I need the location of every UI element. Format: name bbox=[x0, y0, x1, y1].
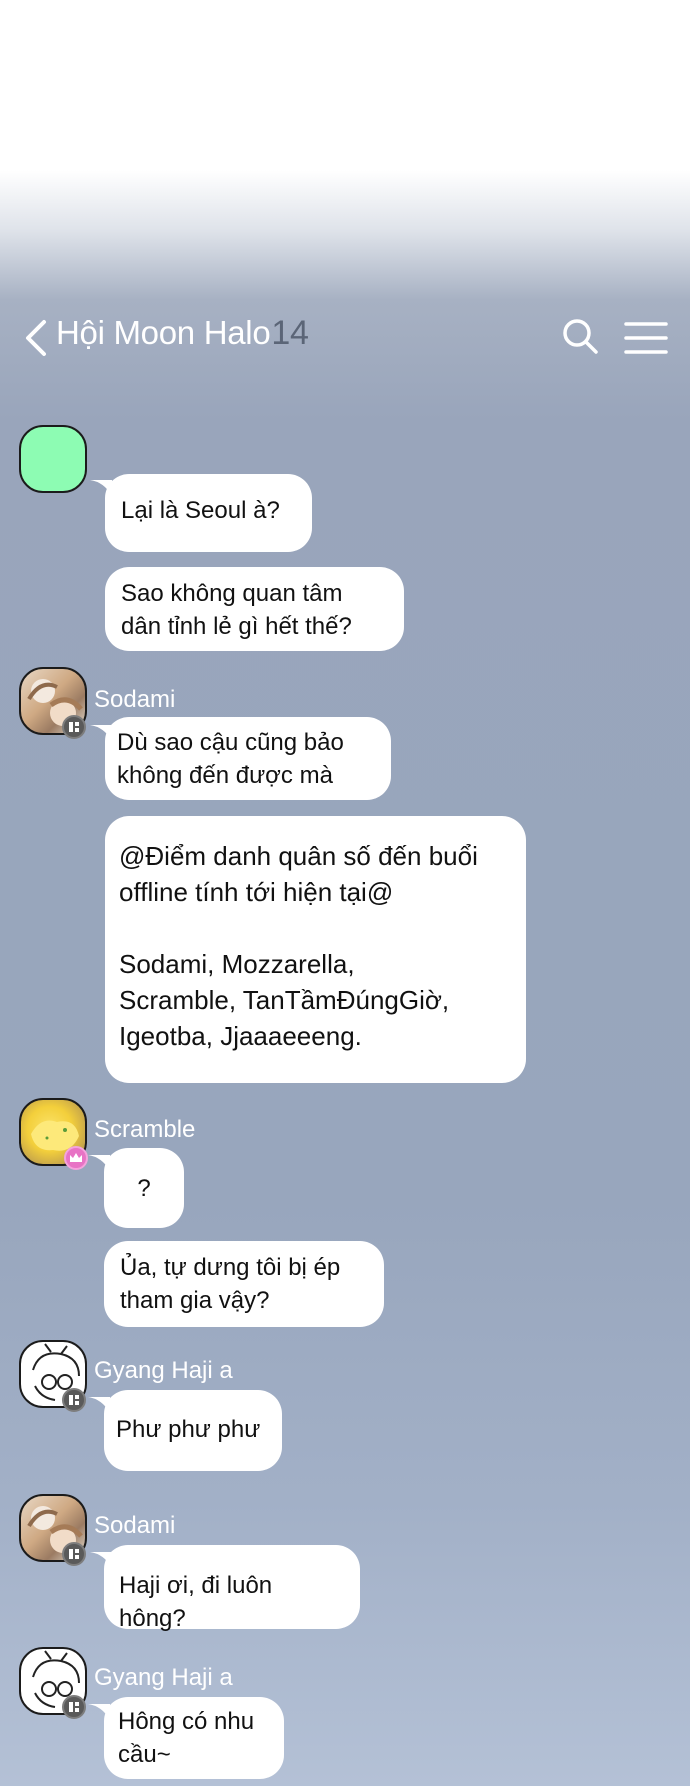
message-text: Ủa, tự dưng tôi bị ép tham gia vậy? bbox=[120, 1254, 341, 1314]
sender-name: Sodami bbox=[94, 686, 176, 713]
menu-icon[interactable] bbox=[624, 320, 668, 356]
member-count: 14 bbox=[271, 314, 309, 352]
chat-title: Hội Moon Halo14 bbox=[56, 314, 309, 353]
message-bubble[interactable]: Dù sao cậu cũng bảo không đến được mà bbox=[105, 717, 391, 800]
sender-name: Scramble bbox=[94, 1116, 196, 1143]
sender-name: Gyang Haji a bbox=[94, 1357, 233, 1384]
message-bubble[interactable]: ? bbox=[104, 1148, 184, 1228]
message-bubble[interactable]: @Điểm danh quân số đến buổi offline tính… bbox=[105, 816, 526, 1083]
message-text: ? bbox=[137, 1175, 151, 1202]
message-bubble[interactable]: Lại là Seoul à? bbox=[105, 474, 312, 552]
member-badge-icon bbox=[62, 1695, 86, 1719]
message-text: Lại là Seoul à? bbox=[121, 497, 280, 524]
sender-name: Gyang Haji a bbox=[94, 1664, 233, 1691]
message-text: Sao không quan tâm dân tỉnh lẻ gì hết th… bbox=[121, 580, 352, 640]
message-bubble[interactable]: Ủa, tự dưng tôi bị ép tham gia vậy? bbox=[104, 1241, 384, 1327]
crown-icon bbox=[64, 1146, 88, 1170]
group-name: Hội Moon Halo bbox=[56, 314, 271, 351]
search-icon[interactable] bbox=[560, 316, 600, 356]
chevron-left-icon[interactable] bbox=[22, 318, 52, 358]
message-bubble[interactable]: Hông có nhu cầu~ bbox=[104, 1697, 284, 1779]
message-text: Haji ơi, đi luôn hông? bbox=[119, 1572, 273, 1632]
message-text: Hông có nhu cầu~ bbox=[118, 1708, 255, 1768]
message-text: Phư phư phư bbox=[116, 1416, 261, 1443]
message-text: Dù sao cậu cũng bảo không đến được mà bbox=[117, 729, 344, 789]
sender-name: Sodami bbox=[94, 1512, 176, 1539]
chat-header: Hội Moon Halo14 bbox=[0, 300, 690, 374]
member-badge-icon bbox=[62, 1388, 86, 1412]
message-bubble[interactable]: Haji ơi, đi luôn hông? bbox=[104, 1545, 360, 1632]
message-text: @Điểm danh quân số đến buổi offline tính… bbox=[119, 841, 478, 1051]
member-badge-icon bbox=[62, 715, 86, 739]
message-bubble[interactable]: Phư phư phư bbox=[104, 1390, 282, 1471]
avatar[interactable] bbox=[19, 425, 87, 493]
member-badge-icon bbox=[62, 1542, 86, 1566]
message-bubble[interactable]: Sao không quan tâm dân tỉnh lẻ gì hết th… bbox=[105, 567, 404, 651]
